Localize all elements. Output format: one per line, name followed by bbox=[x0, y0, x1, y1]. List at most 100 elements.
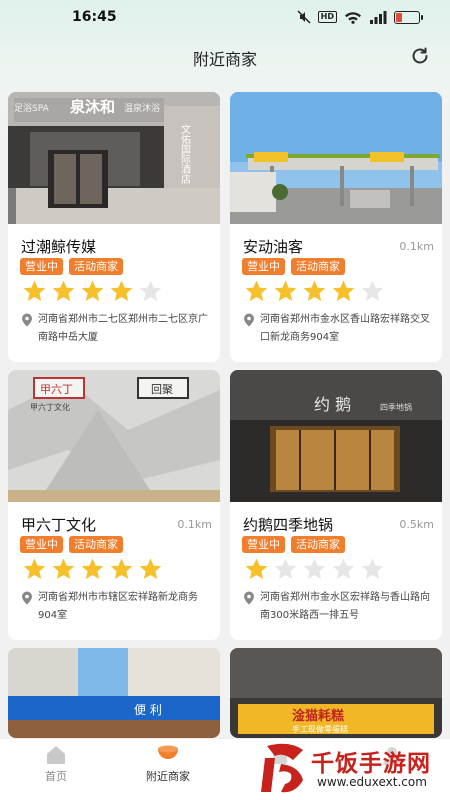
star-filled-icon bbox=[303, 280, 326, 301]
photo-sign-text: 约 鹅 bbox=[314, 395, 351, 414]
merchant-card[interactable]: 淦猫耗糕 手工现做零蛋糕 bbox=[230, 648, 442, 738]
wifi-icon bbox=[345, 11, 361, 24]
merchant-distance: 0.5km bbox=[399, 518, 434, 531]
merchant-card[interactable]: 甲六丁 回聚 甲六丁文化 甲六丁文化 0.1km 营业中 活动商家 河南省郑州市… bbox=[8, 370, 220, 640]
battery-icon bbox=[394, 10, 423, 24]
photo-sign-text: 泉沐和 bbox=[69, 98, 115, 116]
header: 附近商家 bbox=[0, 38, 450, 74]
merchant-photo: 淦猫耗糕 手工现做零蛋糕 bbox=[230, 648, 442, 738]
rating-stars bbox=[22, 557, 163, 581]
star-empty-icon bbox=[361, 280, 384, 301]
merchant-card[interactable]: 足浴SPA 泉沐和 温泉沐浴 文佑国际酒店 过潮鲸传媒 营业中 活动商家 河南省… bbox=[8, 92, 220, 362]
location-pin-icon bbox=[22, 591, 32, 605]
address-text: 河南省郑州市市辖区宏祥路新龙商务904室 bbox=[38, 592, 198, 621]
promo-badge: 活动商家 bbox=[291, 258, 345, 275]
merchant-photo: 约 鹅 四季地锅 bbox=[230, 370, 442, 502]
star-filled-icon bbox=[52, 280, 75, 301]
star-empty-icon bbox=[303, 558, 326, 579]
promo-badge: 活动商家 bbox=[69, 536, 123, 553]
star-filled-icon bbox=[274, 280, 297, 301]
merchant-photo: 甲六丁 回聚 甲六丁文化 bbox=[8, 370, 220, 502]
merchant-card[interactable]: 安动油客 0.1km 营业中 活动商家 河南省郑州市金水区香山路宏祥路交叉口新龙… bbox=[230, 92, 442, 362]
rating-stars bbox=[22, 279, 163, 303]
watermark-url: www.eduxext.com bbox=[317, 775, 427, 789]
star-filled-icon bbox=[245, 280, 268, 301]
mute-icon bbox=[297, 10, 311, 24]
star-filled-icon bbox=[245, 558, 268, 579]
tab-home[interactable]: 首页 bbox=[0, 739, 112, 800]
star-filled-icon bbox=[52, 558, 75, 579]
tab-label: 附近商家 bbox=[146, 770, 190, 783]
watermark-logo-icon bbox=[261, 743, 303, 793]
star-empty-icon bbox=[361, 558, 384, 579]
merchant-name: 约鹅四季地锅 bbox=[243, 516, 334, 534]
address-text: 河南省郑州市二七区郑州市二七区京广南路中岳大厦 bbox=[38, 314, 208, 343]
photo-sign-text: 回聚 bbox=[151, 383, 173, 396]
merchant-photo: 便 利 bbox=[8, 648, 220, 738]
location-pin-icon bbox=[22, 313, 32, 327]
promo-badge: 活动商家 bbox=[291, 536, 345, 553]
refresh-icon bbox=[412, 47, 428, 64]
status-bar: 16:45 HD bbox=[0, 0, 450, 34]
merchant-name: 过潮鲸传媒 bbox=[21, 238, 97, 256]
star-empty-icon bbox=[274, 558, 297, 579]
star-filled-icon bbox=[23, 280, 46, 301]
location-pin-icon bbox=[244, 313, 254, 327]
watermark-text: 千饭手游网 bbox=[311, 751, 431, 777]
address-text: 河南省郑州市金水区宏祥路与香山路向南300米路西一排五号 bbox=[260, 592, 430, 621]
merchant-card[interactable]: 约 鹅 四季地锅 约鹅四季地锅 0.5km 营业中 活动商家 河南省郑州市金水区… bbox=[230, 370, 442, 640]
status-time: 16:45 bbox=[72, 9, 117, 25]
merchant-address: 河南省郑州市金水区香山路宏祥路交叉口新龙商务904室 bbox=[243, 311, 435, 347]
refresh-button[interactable] bbox=[408, 44, 432, 68]
star-filled-icon bbox=[139, 558, 162, 579]
merchant-distance: 0.1km bbox=[399, 240, 434, 253]
star-filled-icon bbox=[110, 558, 133, 579]
star-filled-icon bbox=[23, 558, 46, 579]
hd-badge: HD bbox=[317, 11, 337, 23]
status-badge: 营业中 bbox=[20, 258, 63, 275]
status-icons: HD bbox=[297, 10, 423, 24]
promo-badge: 活动商家 bbox=[69, 258, 123, 275]
merchant-name: 甲六丁文化 bbox=[21, 516, 97, 534]
merchant-photo bbox=[230, 92, 442, 224]
merchant-tags: 营业中 活动商家 bbox=[20, 536, 123, 553]
photo-sign-text: 手工现做零蛋糕 bbox=[292, 724, 348, 734]
status-badge: 营业中 bbox=[242, 536, 285, 553]
merchant-address: 河南省郑州市二七区郑州市二七区京广南路中岳大厦 bbox=[21, 311, 213, 347]
merchant-distance: 0.1km bbox=[177, 518, 212, 531]
merchant-tags: 营业中 活动商家 bbox=[242, 536, 345, 553]
merchant-tags: 营业中 活动商家 bbox=[20, 258, 123, 275]
photo-sign-text: 甲六丁 bbox=[40, 383, 73, 396]
rating-stars bbox=[244, 279, 385, 303]
photo-sign-text: 足浴SPA bbox=[14, 103, 50, 114]
address-text: 河南省郑州市金水区香山路宏祥路交叉口新龙商务904室 bbox=[260, 314, 430, 343]
signal-icon bbox=[370, 10, 387, 24]
star-filled-icon bbox=[81, 558, 104, 579]
photo-sign-text: 温泉沐浴 bbox=[124, 102, 160, 114]
star-empty-icon bbox=[332, 558, 355, 579]
rating-stars bbox=[244, 557, 385, 581]
photo-sign-text: 甲六丁文化 bbox=[30, 402, 70, 412]
status-badge: 营业中 bbox=[20, 536, 63, 553]
site-watermark: 千饭手游网 www.eduxext.com bbox=[255, 738, 450, 800]
status-badge: 营业中 bbox=[242, 258, 285, 275]
star-filled-icon bbox=[81, 280, 104, 301]
merchant-card[interactable]: 便 利 bbox=[8, 648, 220, 738]
merchant-address: 河南省郑州市市辖区宏祥路新龙商务904室 bbox=[21, 589, 213, 625]
photo-sign-text: 文佑国际酒店 bbox=[179, 123, 191, 185]
tab-label: 首页 bbox=[45, 770, 67, 783]
star-filled-icon bbox=[110, 280, 133, 301]
merchant-tags: 营业中 活动商家 bbox=[242, 258, 345, 275]
merchant-photo: 足浴SPA 泉沐和 温泉沐浴 文佑国际酒店 bbox=[8, 92, 220, 224]
tab-nearby[interactable]: 附近商家 bbox=[112, 739, 224, 800]
merchant-address: 河南省郑州市金水区宏祥路与香山路向南300米路西一排五号 bbox=[243, 589, 435, 625]
page-title: 附近商家 bbox=[192, 50, 257, 69]
home-icon bbox=[47, 746, 65, 764]
location-pin-icon bbox=[244, 591, 254, 605]
photo-sign-text: 便 利 bbox=[134, 703, 162, 717]
merchant-name: 安动油客 bbox=[243, 238, 304, 256]
photo-sign-text: 四季地锅 bbox=[380, 402, 412, 412]
nearby-icon bbox=[158, 745, 178, 759]
star-filled-icon bbox=[332, 280, 355, 301]
photo-sign-text: 淦猫耗糕 bbox=[292, 708, 344, 724]
